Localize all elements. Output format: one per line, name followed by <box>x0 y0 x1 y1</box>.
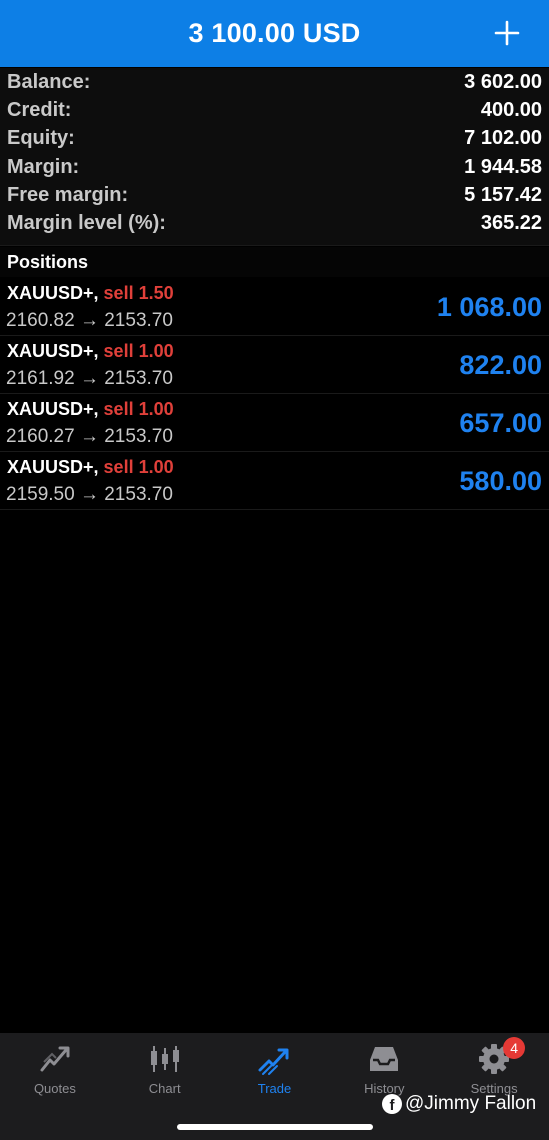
free-margin-row: Free margin: 5 157.42 <box>0 181 549 209</box>
credit-row: Credit: 400.00 <box>0 96 549 124</box>
positions-list: XAUUSD+, sell 1.50 2160.82 → 2153.70 1 0… <box>0 278 549 510</box>
tab-label-quotes: Quotes <box>33 1081 76 1096</box>
quotes-icon <box>37 1041 73 1077</box>
position-symbol: XAUUSD+, <box>7 457 99 477</box>
position-profit: 657.00 <box>459 408 542 438</box>
position-prices: 2159.50 → 2153.70 <box>6 484 173 505</box>
tab-history[interactable]: History <box>329 1033 439 1101</box>
candlestick-chart-icon <box>147 1041 183 1077</box>
position-side: sell 1.00 <box>103 341 174 361</box>
plus-icon <box>494 20 520 46</box>
position-title: XAUUSD+, sell 1.00 <box>7 399 174 420</box>
position-row[interactable]: XAUUSD+, sell 1.00 2159.50 → 2153.70 580… <box>0 452 549 510</box>
equity-label: Equity: <box>7 127 75 150</box>
trade-icon <box>256 1041 292 1077</box>
watermark: f @Jimmy Fallon <box>382 1093 536 1115</box>
credit-value: 400.00 <box>480 98 542 121</box>
margin-label: Margin: <box>7 155 80 178</box>
positions-section-title: Positions <box>0 247 549 277</box>
tab-trade[interactable]: Trade <box>220 1033 330 1101</box>
home-indicator[interactable] <box>177 1124 373 1130</box>
position-symbol: XAUUSD+, <box>7 283 99 303</box>
margin-level-value: 365.22 <box>480 212 542 235</box>
free-margin-label: Free margin: <box>7 183 129 206</box>
margin-row: Margin: 1 944.58 <box>0 153 549 181</box>
position-profit: 1 068.00 <box>436 292 542 322</box>
position-title: XAUUSD+, sell 1.00 <box>7 457 174 478</box>
settings-notification-badge: 4 <box>503 1037 526 1059</box>
facebook-icon: f <box>382 1094 402 1114</box>
margin-level-row: Margin level (%): 365.22 <box>0 209 549 237</box>
tab-settings[interactable]: 4 Settings <box>439 1033 549 1101</box>
position-title: XAUUSD+, sell 1.50 <box>7 283 174 304</box>
position-symbol: XAUUSD+, <box>7 341 99 361</box>
position-title: XAUUSD+, sell 1.00 <box>7 341 174 362</box>
account-summary: Balance: 3 602.00 Credit: 400.00 Equity:… <box>0 68 549 246</box>
margin-value: 1 944.58 <box>464 155 542 178</box>
balance-row: Balance: 3 602.00 <box>0 68 549 96</box>
position-prices: 2160.82 → 2153.70 <box>6 310 173 331</box>
account-header: 3 100.00 USD <box>0 0 549 67</box>
credit-label: Credit: <box>7 98 72 121</box>
position-profit: 822.00 <box>459 350 542 380</box>
add-order-button[interactable] <box>487 13 527 53</box>
position-side: sell 1.00 <box>103 457 174 477</box>
position-row[interactable]: XAUUSD+, sell 1.50 2160.82 → 2153.70 1 0… <box>0 278 549 336</box>
position-side: sell 1.00 <box>103 399 174 419</box>
balance-label: Balance: <box>7 70 91 93</box>
watermark-text: @Jimmy Fallon <box>405 1093 537 1114</box>
position-row[interactable]: XAUUSD+, sell 1.00 2160.27 → 2153.70 657… <box>0 394 549 452</box>
free-margin-value: 5 157.42 <box>464 183 542 206</box>
tab-quotes[interactable]: Quotes <box>0 1033 110 1101</box>
tab-label-trade: Trade <box>257 1081 292 1096</box>
position-prices: 2160.27 → 2153.70 <box>6 426 173 447</box>
inbox-icon <box>366 1041 402 1077</box>
equity-row: Equity: 7 102.00 <box>0 125 549 153</box>
tab-label-chart: Chart <box>148 1081 181 1096</box>
balance-value: 3 602.00 <box>464 70 542 93</box>
position-profit: 580.00 <box>459 466 542 496</box>
margin-level-label: Margin level (%): <box>7 212 166 235</box>
equity-value: 7 102.00 <box>464 127 542 150</box>
position-row[interactable]: XAUUSD+, sell 1.00 2161.92 → 2153.70 822… <box>0 336 549 394</box>
position-symbol: XAUUSD+, <box>7 399 99 419</box>
position-prices: 2161.92 → 2153.70 <box>6 368 173 389</box>
header-equity-title: 3 100.00 USD <box>188 18 361 48</box>
position-side: sell 1.50 <box>103 283 174 303</box>
tab-chart[interactable]: Chart <box>110 1033 220 1101</box>
